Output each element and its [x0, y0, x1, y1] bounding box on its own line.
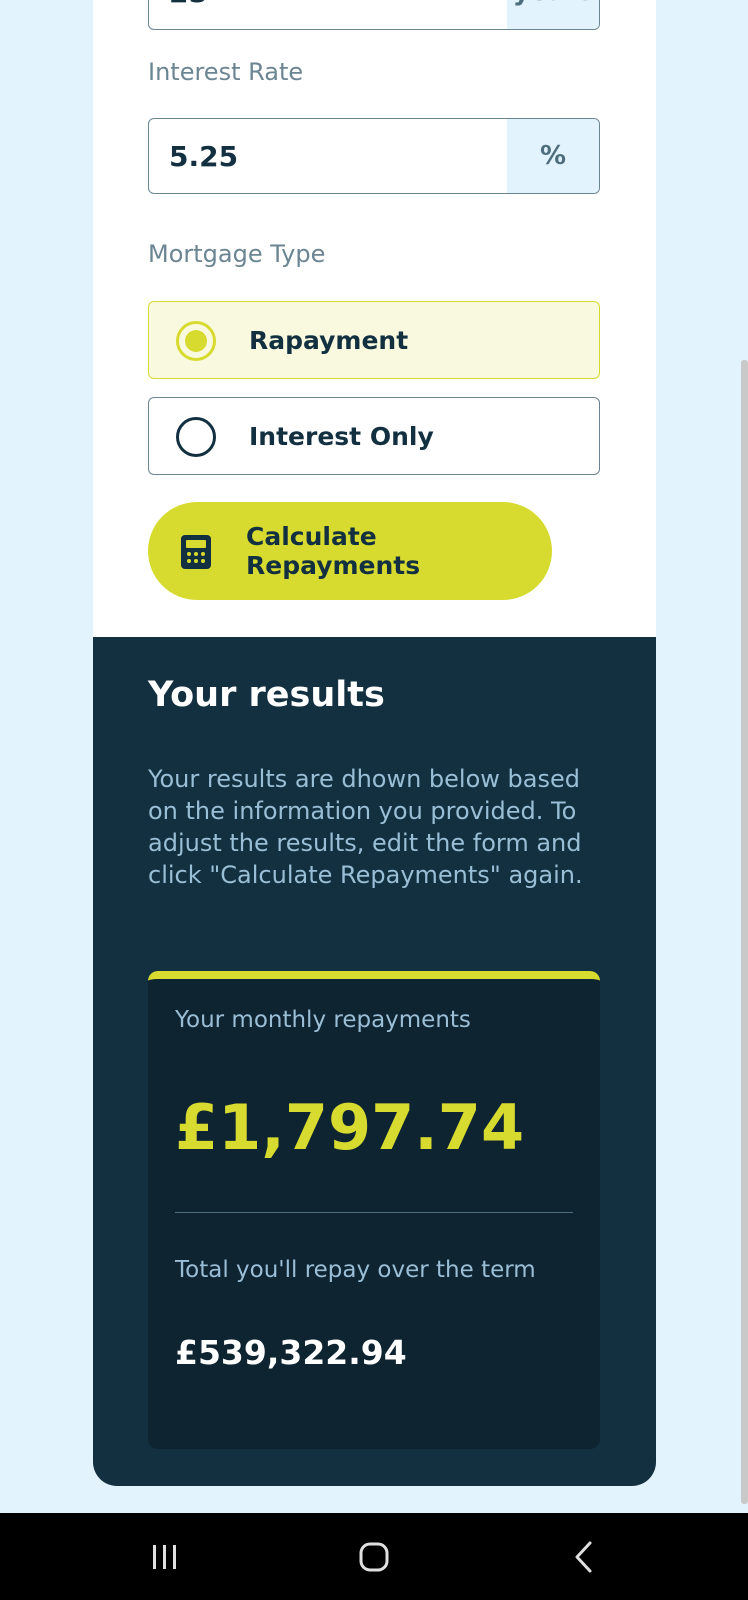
total-repay-value: £539,322.94	[175, 1333, 407, 1372]
results-panel: Your results Your results are dhown belo…	[93, 637, 656, 1486]
radio-dot	[185, 330, 207, 352]
monthly-repayments-label: Your monthly repayments	[175, 1007, 471, 1033]
mortgage-type-option-repayment[interactable]: Rapayment	[148, 301, 600, 379]
interest-rate-suffix: %	[507, 119, 599, 193]
mortgage-term-value[interactable]: 25	[169, 0, 208, 29]
home-button[interactable]	[329, 1513, 419, 1600]
interest-rate-value[interactable]: 5.25	[169, 119, 238, 193]
back-button[interactable]	[539, 1513, 629, 1600]
monthly-repayments-value: £1,797.74	[175, 1091, 525, 1164]
results-description: Your results are dhown below based on th…	[148, 765, 583, 889]
interest-rate-field[interactable]: 5.25 %	[148, 118, 600, 194]
results-title: Your results	[148, 675, 385, 715]
mortgage-type-option-interest-only[interactable]: Interest Only	[148, 397, 600, 475]
recents-button[interactable]	[120, 1513, 210, 1600]
recents-icon	[153, 1544, 176, 1569]
mortgage-type-option-label: Rapayment	[249, 325, 409, 355]
mortgage-calculator-card: 25 years Interest Rate 5.25 % Mortgage T…	[93, 0, 656, 1486]
home-icon	[359, 1542, 389, 1571]
mortgage-type-label: Mortgage Type	[148, 240, 326, 268]
calculator-form: 25 years Interest Rate 5.25 % Mortgage T…	[93, 0, 656, 637]
interest-rate-label: Interest Rate	[148, 58, 304, 86]
total-repay-label: Total you'll repay over the term	[175, 1257, 536, 1283]
summary-divider	[175, 1212, 573, 1213]
calculate-repayments-label: Calculate Repayments	[246, 522, 421, 580]
calculator-icon	[181, 535, 211, 569]
page-scrollbar[interactable]	[741, 360, 748, 1504]
mortgage-term-suffix: years	[507, 0, 599, 29]
radio-selected-icon[interactable]	[176, 321, 216, 361]
mortgage-term-field[interactable]: 25 years	[148, 0, 600, 30]
mortgage-type-option-label: Interest Only	[249, 421, 434, 451]
results-summary-card: Your monthly repayments £1,797.74 Total …	[148, 971, 600, 1449]
system-navigation-bar	[0, 1513, 748, 1600]
calculate-repayments-button[interactable]: Calculate Repayments	[148, 502, 552, 600]
radio-unselected-icon[interactable]	[176, 417, 216, 457]
back-icon	[575, 1541, 592, 1572]
app-viewport: 25 years Interest Rate 5.25 % Mortgage T…	[0, 0, 748, 1600]
